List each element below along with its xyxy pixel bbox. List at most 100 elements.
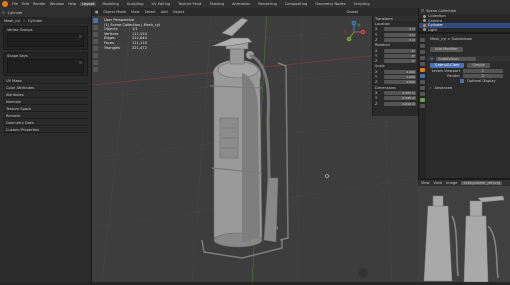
navigation-gizmo[interactable]: X Y Z	[342, 20, 366, 44]
image-menu[interactable]: Image	[446, 181, 457, 185]
panel-uv-maps[interactable]: UV Maps	[3, 78, 88, 84]
panel-normals[interactable]: Normals	[3, 99, 88, 105]
menu-edit[interactable]: Edit	[22, 2, 29, 6]
advanced-row[interactable]: › Advanced	[427, 85, 510, 90]
workspace-tab-layout[interactable]: Layout	[80, 2, 97, 6]
field-label: Y	[375, 32, 378, 37]
workspace-tab-texture-paint[interactable]: Texture Paint	[176, 2, 203, 6]
scale-x-field[interactable]: 1.000	[384, 69, 416, 74]
menu-file[interactable]: File	[12, 2, 18, 6]
workspace-tab-shading[interactable]: Shading	[207, 2, 226, 6]
field-label: Z	[375, 80, 378, 85]
view-menu[interactable]: View	[131, 10, 140, 14]
sidebar-transform-panel: Transform Location X 0 m Y 0 m Z 0 m Rotati…	[372, 16, 418, 116]
render-levels-field[interactable]: 2	[463, 73, 503, 78]
location-x-field[interactable]: 0 m	[384, 27, 416, 32]
workspace-tab-sculpting[interactable]: Sculpting	[125, 2, 146, 6]
annotate-tool-icon[interactable]	[93, 60, 98, 65]
levels-viewport-field[interactable]: 2	[463, 68, 503, 73]
outliner-row-light[interactable]: Light	[419, 28, 510, 33]
select-box-tool-icon[interactable]	[93, 18, 98, 23]
menu-window[interactable]: Window	[50, 2, 64, 6]
image-name-field[interactable]: extinguisher_ref.png	[461, 181, 503, 185]
location-y-field[interactable]: 0 m	[384, 32, 416, 37]
workspace-tab-compositing[interactable]: Compositing	[283, 2, 310, 6]
viewport-header: ■ Object Mode View Select Add Object Glo…	[92, 8, 418, 16]
view-menu-2[interactable]: View	[434, 181, 443, 185]
scale-section: Scale X 1.000 Y 1.000 Z 1.000	[373, 64, 418, 85]
workspace-tab-modeling[interactable]: Modeling	[100, 2, 120, 6]
render-tab-icon[interactable]	[420, 44, 425, 48]
material-tab-icon[interactable]	[420, 104, 425, 108]
catmull-clark-tab[interactable]: Catmull-Clark	[430, 63, 465, 68]
shape-keys-list[interactable]	[7, 59, 84, 73]
workspace-tab-animation[interactable]: Animation	[230, 2, 252, 6]
search-icon[interactable]: ⚲	[2, 11, 5, 15]
data-tab-icon[interactable]	[420, 98, 425, 102]
field-label: Z	[375, 37, 378, 42]
vertex-groups-label[interactable]: Vertex Groups	[7, 28, 33, 32]
panel-remesh[interactable]: Remesh	[3, 113, 88, 119]
cursor-tool-icon[interactable]	[93, 25, 98, 30]
add-icon[interactable]	[79, 35, 82, 38]
checkbox-icon[interactable]	[460, 78, 464, 83]
move-tool-icon[interactable]	[93, 32, 98, 37]
add-modifier-button[interactable]: Add Modifier	[430, 47, 463, 52]
vertex-groups-list[interactable]	[7, 33, 84, 47]
select-menu[interactable]: Select	[145, 10, 156, 14]
transform-header[interactable]: Transform	[375, 17, 393, 21]
shape-keys-label[interactable]: Shape Keys	[7, 54, 28, 58]
mesh-properties-panel: ⚲ Cylinder Mesh_cyl › Cylinder Vertex Gr…	[0, 8, 92, 285]
scene-tab-icon[interactable]	[420, 56, 425, 60]
panel-geometry-data[interactable]: Geometry Data	[3, 120, 88, 126]
panel-color-attributes[interactable]: Color Attributes	[3, 85, 88, 91]
toolbar-tools	[92, 18, 99, 74]
modifier-properties: Mesh_cyl > Subdivision Add Modifier ⚒ Su…	[419, 36, 510, 186]
object-menu[interactable]: Object	[173, 10, 185, 14]
view-menu[interactable]: View	[421, 181, 430, 185]
outliner-filter-icon[interactable]: ☰	[421, 9, 424, 13]
panel-custom-properties[interactable]: Custom Properties	[3, 127, 88, 133]
scale-y-field[interactable]: 1.000	[384, 75, 416, 80]
measure-tool-icon[interactable]	[93, 67, 98, 72]
world-tab-icon[interactable]	[420, 62, 425, 66]
object-mode-dropdown[interactable]: Object Mode	[103, 10, 126, 14]
object-data-name[interactable]: Cylinder	[28, 19, 43, 23]
output-tab-icon[interactable]	[420, 50, 425, 54]
rotate-tool-icon[interactable]	[93, 39, 98, 44]
menu-help[interactable]: Help	[68, 2, 76, 6]
simple-tab[interactable]: Simple	[467, 63, 490, 68]
panel-attributes[interactable]: Attributes	[3, 92, 88, 98]
physics-tab-icon[interactable]	[420, 86, 425, 90]
dimensions-x-field[interactable]: 0.305 m	[384, 90, 416, 95]
tool-tab-icon[interactable]	[420, 38, 425, 42]
transform-orientation-dropdown[interactable]: Global	[347, 10, 358, 14]
modifier-name-field[interactable]: Subdivision	[436, 56, 477, 61]
blender-logo-icon[interactable]	[2, 1, 8, 7]
location-z-field[interactable]: 0 m	[384, 37, 416, 42]
particles-tab-icon[interactable]	[420, 80, 425, 84]
editor-type-icon[interactable]: ■	[95, 10, 98, 14]
dimensions-y-field[interactable]: 0.245 m	[384, 96, 416, 101]
panel-texture-space[interactable]: Texture Space	[3, 106, 88, 112]
object-tab-icon[interactable]	[420, 68, 425, 72]
modifier-tab-icon[interactable]	[420, 74, 425, 78]
workspace-tab-uv-editing[interactable]: UV Editing	[150, 2, 173, 6]
rotation-x-field[interactable]: 0°	[384, 48, 416, 53]
add-menu[interactable]: Add	[161, 10, 168, 14]
scale-tool-icon[interactable]	[93, 46, 98, 51]
constraints-tab-icon[interactable]	[420, 92, 425, 96]
3d-viewport[interactable]: ■ Object Mode View Select Add Object Glo…	[92, 8, 418, 285]
add-icon[interactable]	[79, 61, 82, 64]
workspace-tab-rendering[interactable]: Rendering	[256, 2, 278, 6]
dimensions-z-field[interactable]: 0.610 m	[384, 101, 416, 106]
rotation-z-field[interactable]: 0°	[384, 59, 416, 64]
workspace-tab-geometry-nodes[interactable]: Geometry Nodes	[313, 2, 347, 6]
image-editor[interactable]: View View Image extinguisher_ref.png	[418, 178, 510, 285]
workspace-tab-scripting[interactable]: Scripting	[352, 2, 372, 6]
transform-tool-icon[interactable]	[93, 53, 98, 58]
scale-z-field[interactable]: 1.000	[384, 80, 416, 85]
menu-render[interactable]: Render	[33, 2, 46, 6]
rotation-y-field[interactable]: 0°	[384, 53, 416, 58]
mesh-data-name[interactable]: Mesh_cyl	[4, 19, 20, 23]
